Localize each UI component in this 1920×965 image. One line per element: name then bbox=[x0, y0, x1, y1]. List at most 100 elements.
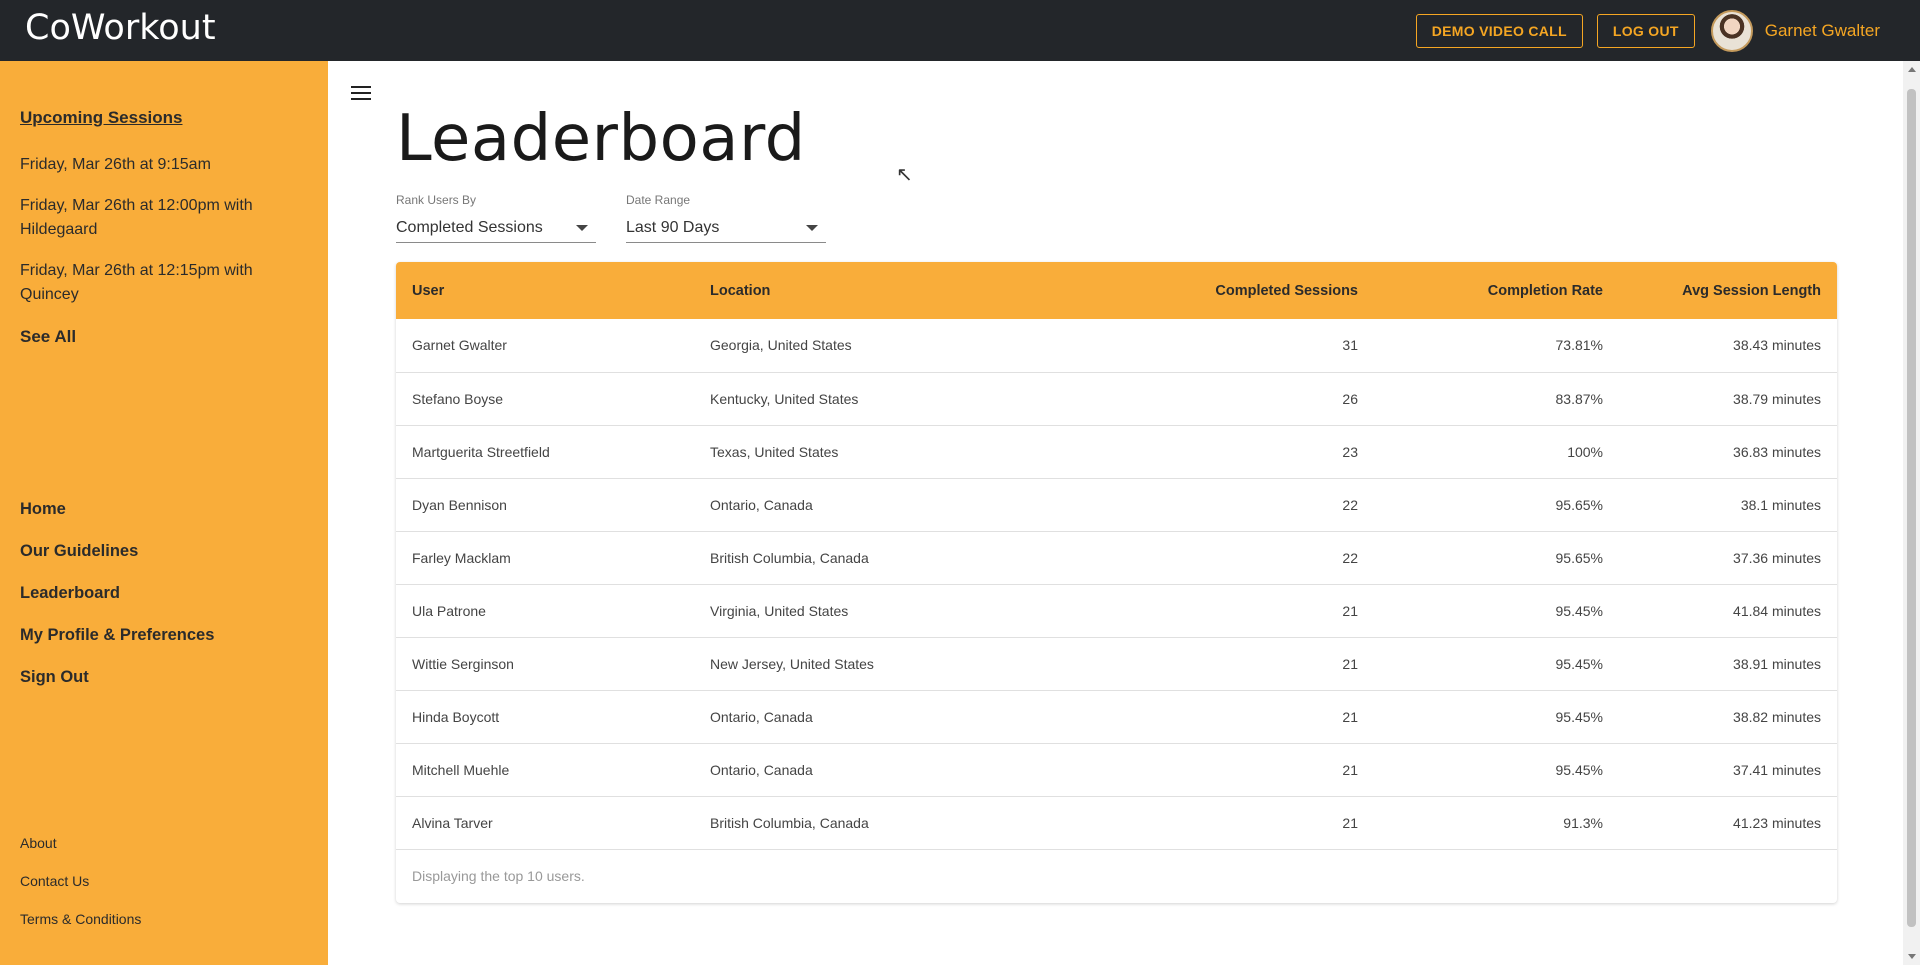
top-bar: CoWorkout DEMO VIDEO CALL LOG OUT Garnet… bbox=[0, 0, 1920, 61]
log-out-button[interactable]: LOG OUT bbox=[1596, 13, 1695, 48]
cell-user: Martguerita Streetfield bbox=[396, 425, 694, 479]
cell-completion-rate: 73.81% bbox=[1374, 319, 1619, 373]
cell-completed-sessions: 22 bbox=[1074, 478, 1374, 532]
cell-completed-sessions: 21 bbox=[1074, 637, 1374, 691]
cell-avg-session-length: 38.79 minutes bbox=[1619, 372, 1837, 426]
cell-completed-sessions: 22 bbox=[1074, 531, 1374, 585]
cell-completed-sessions: 21 bbox=[1074, 743, 1374, 797]
table-footer-note: Displaying the top 10 users. bbox=[412, 868, 585, 884]
nav-item-guidelines[interactable]: Our Guidelines bbox=[20, 542, 138, 561]
cell-completion-rate: 95.45% bbox=[1374, 584, 1619, 638]
cell-completed-sessions: 26 bbox=[1074, 372, 1374, 426]
footer-link-about[interactable]: About bbox=[20, 835, 57, 851]
cell-location: Ontario, Canada bbox=[694, 743, 1074, 797]
cell-avg-session-length: 41.84 minutes bbox=[1619, 584, 1837, 638]
cell-completion-rate: 95.45% bbox=[1374, 743, 1619, 797]
vertical-scrollbar[interactable] bbox=[1903, 61, 1920, 965]
column-header-location[interactable]: Location bbox=[694, 262, 1074, 319]
top-actions: DEMO VIDEO CALL LOG OUT Garnet Gwalter bbox=[1415, 0, 1880, 61]
cell-avg-session-length: 37.36 minutes bbox=[1619, 531, 1837, 585]
nav-item-sign-out[interactable]: Sign Out bbox=[20, 668, 89, 687]
table-row[interactable]: Garnet Gwalter Georgia, United States 31 73… bbox=[396, 319, 1837, 373]
cell-location: Texas, United States bbox=[694, 425, 1074, 479]
cell-user: Mitchell Muehle bbox=[396, 743, 694, 797]
sidebar: Upcoming Sessions Friday, Mar 26th at 9:… bbox=[0, 61, 328, 965]
rank-by-label: Rank Users By bbox=[396, 193, 477, 207]
cell-user: Stefano Boyse bbox=[396, 372, 694, 426]
cell-completion-rate: 95.45% bbox=[1374, 690, 1619, 744]
cell-avg-session-length: 41.23 minutes bbox=[1619, 796, 1837, 850]
column-header-completed-sessions[interactable]: Completed Sessions bbox=[1074, 262, 1374, 319]
cell-location: British Columbia, Canada bbox=[694, 796, 1074, 850]
table-row[interactable]: Hinda Boycott Ontario, Canada 21 95.45% 38.8… bbox=[396, 690, 1837, 744]
rank-by-field[interactable]: Completed Sessions bbox=[396, 213, 596, 243]
table-row[interactable]: Dyan Bennison Ontario, Canada 22 95.65% 38.1… bbox=[396, 478, 1837, 532]
table-row[interactable]: Farley Macklam British Columbia, Canada 22… bbox=[396, 531, 1837, 585]
cell-avg-session-length: 36.83 minutes bbox=[1619, 425, 1837, 479]
rank-by-value: Completed Sessions bbox=[396, 218, 543, 236]
cell-user: Ula Patrone bbox=[396, 584, 694, 638]
cell-completed-sessions: 23 bbox=[1074, 425, 1374, 479]
menu-icon[interactable] bbox=[351, 86, 371, 100]
scroll-down-icon[interactable] bbox=[1908, 954, 1916, 959]
cell-location: Georgia, United States bbox=[694, 319, 1074, 373]
table-header-row: User Location Completed Sessions Complet… bbox=[396, 262, 1837, 319]
upcoming-sessions-link[interactable]: Upcoming Sessions bbox=[20, 108, 182, 128]
column-header-completion-rate[interactable]: Completion Rate bbox=[1374, 262, 1619, 319]
column-header-avg-session-length[interactable]: Avg Session Length bbox=[1619, 262, 1837, 319]
see-all-link[interactable]: See All bbox=[20, 327, 76, 347]
page-title: Leaderboard bbox=[396, 102, 806, 176]
cell-location: New Jersey, United States bbox=[694, 637, 1074, 691]
cell-avg-session-length: 38.43 minutes bbox=[1619, 319, 1837, 373]
cell-location: Kentucky, United States bbox=[694, 372, 1074, 426]
date-range-select[interactable]: Date Range Last 90 Days bbox=[626, 193, 826, 243]
table-row[interactable]: Wittie Serginson New Jersey, United State… bbox=[396, 637, 1837, 691]
nav-item-leaderboard[interactable]: Leaderboard bbox=[20, 584, 120, 603]
leaderboard-table: User Location Completed Sessions Complet… bbox=[396, 262, 1837, 903]
date-range-value: Last 90 Days bbox=[626, 218, 720, 236]
mouse-cursor-icon: ↖ bbox=[896, 164, 913, 186]
cell-avg-session-length: 38.91 minutes bbox=[1619, 637, 1837, 691]
date-range-label: Date Range bbox=[626, 193, 691, 207]
cell-avg-session-length: 38.1 minutes bbox=[1619, 478, 1837, 532]
chevron-down-icon[interactable] bbox=[576, 224, 588, 231]
avatar[interactable] bbox=[1710, 9, 1753, 52]
nav-item-profile[interactable]: My Profile & Preferences bbox=[20, 626, 214, 645]
footer-link-terms[interactable]: Terms & Conditions bbox=[20, 911, 141, 927]
session-item[interactable]: Friday, Mar 26th at 9:15am bbox=[20, 153, 280, 177]
cell-completion-rate: 95.45% bbox=[1374, 637, 1619, 691]
date-range-field[interactable]: Last 90 Days bbox=[626, 213, 826, 243]
cell-completed-sessions: 21 bbox=[1074, 690, 1374, 744]
cell-user: Dyan Bennison bbox=[396, 478, 694, 532]
cell-completed-sessions: 31 bbox=[1074, 319, 1374, 373]
cell-location: Ontario, Canada bbox=[694, 690, 1074, 744]
chevron-down-icon[interactable] bbox=[806, 224, 818, 231]
brand-logo[interactable]: CoWorkout bbox=[25, 8, 216, 48]
cell-user: Wittie Serginson bbox=[396, 637, 694, 691]
table-row[interactable]: Mitchell Muehle Ontario, Canada 21 95.45% 37… bbox=[396, 743, 1837, 797]
scroll-up-icon[interactable] bbox=[1908, 67, 1916, 72]
rank-by-select[interactable]: Rank Users By Completed Sessions bbox=[396, 193, 596, 243]
cell-location: Virginia, United States bbox=[694, 584, 1074, 638]
session-item[interactable]: Friday, Mar 26th at 12:00pm with Hildega… bbox=[20, 194, 280, 242]
demo-video-call-button[interactable]: DEMO VIDEO CALL bbox=[1415, 13, 1583, 48]
cell-user: Farley Macklam bbox=[396, 531, 694, 585]
table-row[interactable]: Alvina Tarver British Columbia, Canada 21 9… bbox=[396, 796, 1837, 850]
column-header-user[interactable]: User bbox=[396, 262, 694, 319]
table-row[interactable]: Stefano Boyse Kentucky, United States 26 83… bbox=[396, 372, 1837, 426]
cell-location: British Columbia, Canada bbox=[694, 531, 1074, 585]
user-name[interactable]: Garnet Gwalter bbox=[1765, 21, 1880, 41]
cell-completion-rate: 100% bbox=[1374, 425, 1619, 479]
cell-completion-rate: 83.87% bbox=[1374, 372, 1619, 426]
nav-item-home[interactable]: Home bbox=[20, 500, 66, 519]
session-item[interactable]: Friday, Mar 26th at 12:15pm with Quincey bbox=[20, 259, 280, 307]
table-row[interactable]: Martguerita Streetfield Texas, United Sta… bbox=[396, 425, 1837, 479]
cell-user: Garnet Gwalter bbox=[396, 319, 694, 373]
table-row[interactable]: Ula Patrone Virginia, United States 21 95.4… bbox=[396, 584, 1837, 638]
footer-link-contact[interactable]: Contact Us bbox=[20, 873, 89, 889]
cell-avg-session-length: 37.41 minutes bbox=[1619, 743, 1837, 797]
cell-completion-rate: 91.3% bbox=[1374, 796, 1619, 850]
scroll-thumb[interactable] bbox=[1907, 89, 1916, 927]
cell-avg-session-length: 38.82 minutes bbox=[1619, 690, 1837, 744]
cell-user: Alvina Tarver bbox=[396, 796, 694, 850]
